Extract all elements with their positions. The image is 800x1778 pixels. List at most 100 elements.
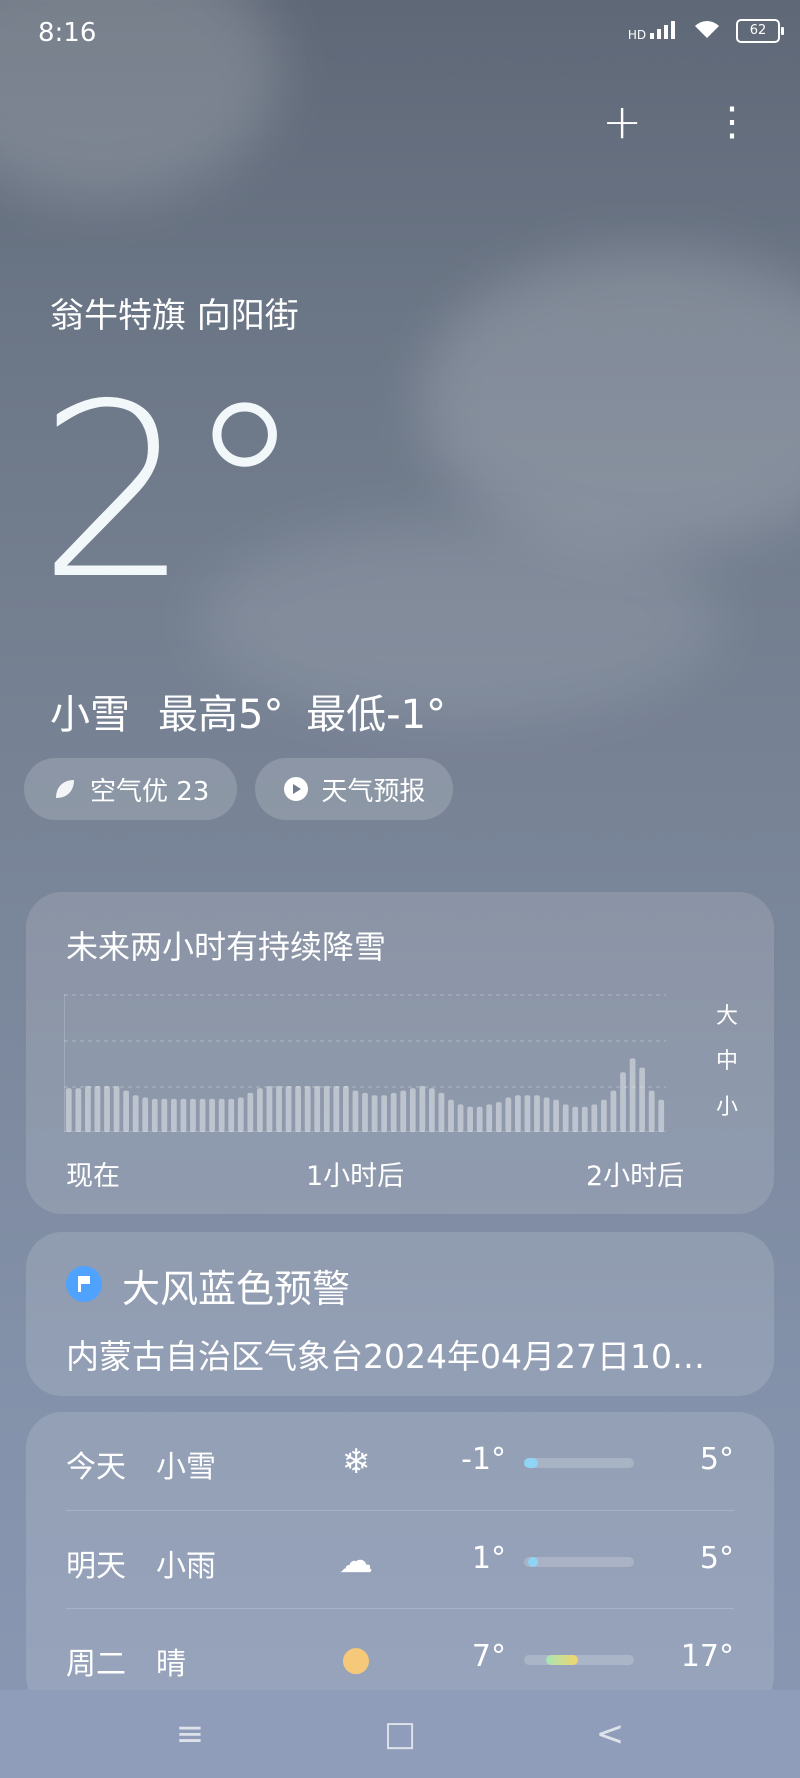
precip-bar (171, 1098, 177, 1132)
warning-flag-icon (66, 1266, 102, 1302)
precip-bar (304, 1086, 311, 1132)
warning-title: 大风蓝色预警 (122, 1267, 351, 1311)
leaf-icon (56, 780, 74, 798)
forecast-day: 今天 (66, 1450, 126, 1485)
precip-bar (257, 1088, 263, 1132)
precip-bar (142, 1097, 149, 1132)
precipitation-title: 未来两小时有持续降雪 (66, 928, 387, 966)
temp-range-fill (528, 1557, 538, 1567)
precip-bar (591, 1104, 598, 1132)
precip-bar (457, 1104, 464, 1132)
navigation-bar: ≡ □ < (0, 1690, 800, 1778)
temp-range-bar (524, 1557, 634, 1567)
precip-bar (639, 1067, 645, 1132)
rain-cloud-icon: ☁ (339, 1541, 373, 1581)
precip-bar (400, 1090, 407, 1132)
forecast-high: 17° (680, 1639, 734, 1674)
weather-warning-card[interactable]: 大风蓝色预警 内蒙古自治区气象台2024年04月27日10… (26, 1232, 774, 1396)
back-button[interactable]: < (590, 1714, 630, 1754)
precip-bar (199, 1098, 206, 1132)
precip-bar (123, 1090, 129, 1132)
precip-bar (228, 1098, 235, 1132)
forecast-row[interactable]: 明天 小雨 ☁ 1° 5° (66, 1510, 734, 1609)
warning-description: 内蒙古自治区气象台2024年04月27日10… (66, 1337, 705, 1376)
precip-bar (218, 1098, 225, 1132)
precip-bar (534, 1095, 540, 1132)
precip-bar (495, 1102, 502, 1132)
wifi-icon (692, 18, 722, 44)
precip-bar (553, 1099, 559, 1132)
chip-row: 空气优 23 天气预报 (24, 758, 454, 820)
scale-medium: 中 (715, 1049, 738, 1074)
precip-bar (572, 1106, 579, 1132)
precip-bar (94, 1086, 101, 1132)
play-icon (284, 777, 309, 801)
forecast-video-chip[interactable]: 天气预报 (255, 758, 454, 820)
status-time: 8:16 (38, 18, 97, 48)
status-icons: HD 62 (628, 18, 784, 44)
precip-bar (610, 1090, 617, 1132)
precip-bar (190, 1098, 196, 1132)
more-options-button[interactable]: ⋮ (712, 98, 752, 146)
precipitation-chart (64, 994, 666, 1132)
precip-bar (390, 1092, 397, 1132)
sun-icon: ● (341, 1639, 371, 1679)
precip-bar (429, 1088, 435, 1132)
temp-range-fill (546, 1655, 578, 1665)
precip-bar (352, 1090, 359, 1132)
forecast-low: 7° (471, 1639, 506, 1674)
temp-range-bar (524, 1458, 634, 1468)
x-label-now: 现在 (66, 1161, 120, 1192)
temp-range-fill (524, 1458, 538, 1468)
precip-bar (285, 1086, 292, 1132)
precip-bar (505, 1097, 512, 1132)
precip-bar (467, 1106, 473, 1132)
precip-bar (648, 1090, 655, 1132)
temp-range-bar (524, 1655, 634, 1665)
forecast-low: -1° (461, 1442, 506, 1477)
condition-text: 小雪 (50, 692, 130, 738)
precip-bar (237, 1097, 244, 1132)
precip-bar (132, 1095, 139, 1132)
precip-bar (65, 1088, 72, 1132)
battery-icon: 62 (736, 19, 784, 43)
precip-bar (515, 1095, 521, 1132)
precipitation-card[interactable]: 未来两小时有持续降雪 大 中 小 现在 1小时后 2小时后 (26, 892, 774, 1214)
high-low: 最高5° 最低-1° (158, 682, 446, 740)
precip-bar (601, 1099, 607, 1132)
home-button[interactable]: □ (380, 1714, 420, 1754)
precip-bar (419, 1086, 426, 1132)
precip-bar (209, 1098, 215, 1132)
precip-bar (438, 1092, 445, 1132)
precip-bar (295, 1086, 301, 1132)
precip-bar (180, 1098, 187, 1132)
precip-bar (323, 1086, 330, 1132)
precip-bar (581, 1106, 588, 1132)
precip-bar (276, 1086, 282, 1132)
precip-bar (247, 1092, 254, 1132)
add-city-button[interactable]: + (602, 98, 642, 146)
menu-button[interactable]: ≡ (170, 1714, 210, 1754)
precip-bar (362, 1092, 368, 1132)
forecast-row[interactable]: 今天 小雪 ❄ -1° 5° (66, 1412, 734, 1510)
forecast-high: 5° (699, 1442, 734, 1477)
precip-bar (476, 1106, 483, 1132)
precip-bar (381, 1095, 387, 1132)
condition-line: 小雪 最高5° 最低-1° (50, 682, 446, 740)
precip-bar (161, 1098, 168, 1132)
precip-bar (486, 1104, 493, 1132)
precip-bar (113, 1086, 120, 1132)
air-quality-chip[interactable]: 空气优 23 (24, 758, 238, 820)
daily-forecast-card: 今天 小雪 ❄ -1° 5° 明天 小雨 ☁ 1° 5° 周二 晴 ● 7° 1… (26, 1412, 774, 1712)
precip-bar (266, 1086, 273, 1132)
scale-heavy: 大 (715, 1004, 738, 1029)
precip-bar (151, 1098, 158, 1132)
precip-bar (620, 1072, 626, 1132)
forecast-weather: 晴 (156, 1647, 186, 1682)
status-bar: 8:16 HD 62 (0, 0, 800, 64)
x-label-1h: 1小时后 (306, 1161, 405, 1192)
precip-bar (85, 1086, 91, 1132)
precip-bar (333, 1086, 340, 1132)
precip-bar (524, 1095, 531, 1132)
forecast-low: 1° (471, 1541, 506, 1576)
